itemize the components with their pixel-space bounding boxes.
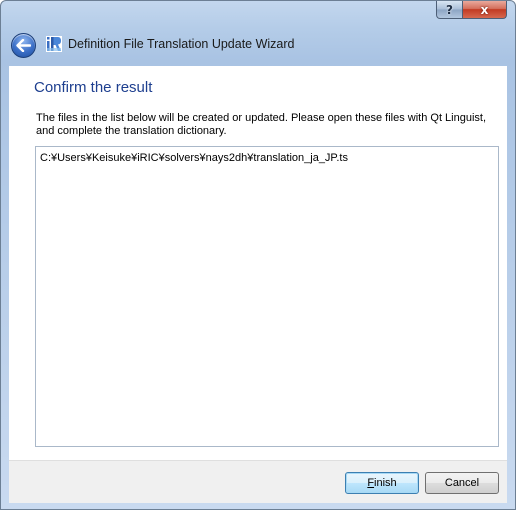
finish-button-label: Finish (367, 477, 397, 489)
page-title: Confirm the result (34, 79, 153, 96)
close-button[interactable]: x (463, 1, 507, 19)
back-button[interactable] (11, 33, 36, 58)
iric-app-icon (46, 36, 62, 52)
help-button[interactable]: ? (436, 1, 463, 19)
page-description: The files in the list below will be crea… (36, 112, 487, 137)
cancel-button-label: Cancel (444, 477, 480, 489)
window-title: Definition File Translation Update Wizar… (68, 37, 295, 51)
wizard-header: Definition File Translation Update Wizar… (1, 25, 515, 65)
button-bar: Finish Cancel (9, 460, 507, 503)
wizard-window: ? x Definition File Translation Update W… (0, 0, 516, 510)
file-list[interactable]: C:¥Users¥Keisuke¥iRIC¥solvers¥nays2dh¥tr… (35, 146, 499, 447)
help-icon: ? (446, 2, 453, 17)
back-arrow-icon (16, 39, 31, 52)
close-icon: x (480, 2, 489, 17)
wizard-page: Confirm the result The files in the list… (9, 66, 507, 460)
finish-button[interactable]: Finish (345, 472, 419, 494)
titlebar-buttons: ? x (436, 1, 507, 20)
cancel-button[interactable]: Cancel (425, 472, 499, 494)
list-item[interactable]: C:¥Users¥Keisuke¥iRIC¥solvers¥nays2dh¥tr… (40, 152, 348, 164)
